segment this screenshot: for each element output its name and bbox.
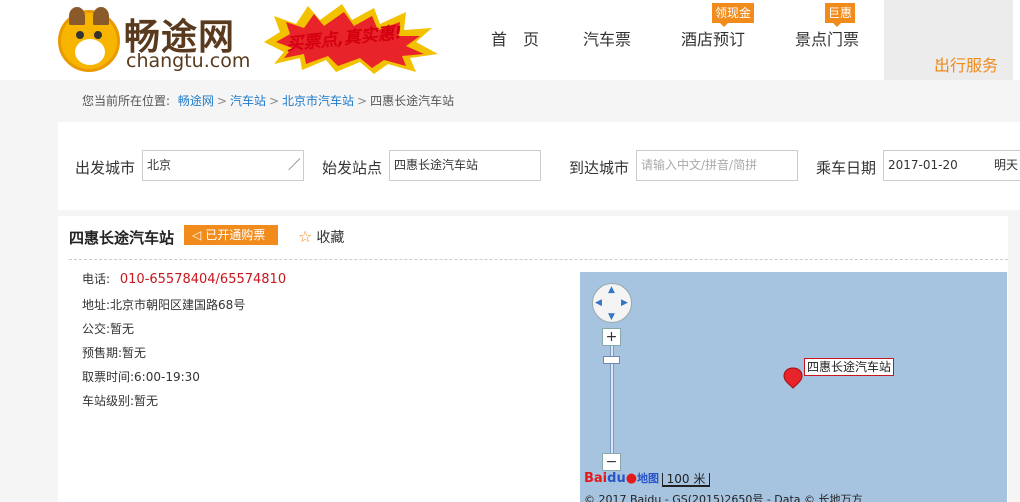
header: 畅途网 changtu.com 买票点,真实惠! 首 页 汽车票 领现金 酒店预… — [0, 0, 1020, 80]
phone-value: 010-65578404/65574810 — [119, 272, 287, 287]
station-map[interactable]: ▲ ▼ ◀ ▶ + − 四惠长途汽车站 Baidu●地图 100 米 © 201… — [580, 272, 1007, 502]
from-city-input[interactable]: 北京 — [142, 150, 304, 181]
date-input[interactable]: 2017-01-20 明天 — [883, 150, 1020, 181]
start-station-label: 始发站点 — [322, 159, 383, 177]
hotel-badge: 领现金 — [712, 3, 755, 27]
from-city-label: 出发城市 — [75, 159, 136, 177]
breadcrumb: 您当前所在位置: 畅途网 > 汽车站 > 北京市汽车站 > 四惠长途汽车站 — [82, 94, 455, 108]
marker-label: 四惠长途汽车站 — [804, 358, 895, 376]
breadcrumb-link[interactable]: 汽车站 — [230, 94, 266, 108]
nav-bus-ticket[interactable]: 汽车票 — [583, 26, 631, 50]
station-panel: 四惠长途汽车站 ◁ 已开通购票 ☆ 收藏 电话: 010-65578404/6557… — [58, 216, 1008, 502]
site-logo[interactable]: 畅途网 changtu.com — [58, 7, 258, 72]
start-station-input[interactable]: 四惠长途汽车站 — [389, 150, 541, 181]
expand-arrow-icon — [287, 159, 299, 171]
level-row: 车站级别:暂无 — [82, 394, 159, 408]
map-marker-icon[interactable] — [783, 367, 803, 389]
to-city-label: 到达城市 — [569, 159, 630, 177]
scenic-badge: 巨惠 — [825, 3, 856, 27]
search-bar: 出发城市 北京 始发站点 四惠长途汽车站 到达城市 请输入中文/拼音/简拼 乘车… — [58, 122, 1020, 210]
baidu-paw-icon: ● — [625, 471, 638, 486]
nav-home[interactable]: 首 页 — [491, 26, 539, 50]
nav-hotel[interactable]: 酒店预订 — [681, 26, 745, 50]
breadcrumb-link[interactable]: 畅途网 — [178, 94, 214, 108]
logo-text-en: changtu.com — [126, 50, 251, 72]
promo-banner[interactable]: 买票点,真实惠! — [256, 2, 442, 74]
divider — [69, 259, 1008, 260]
zoom-in-button[interactable]: + — [602, 328, 621, 346]
zoom-out-button[interactable]: − — [602, 453, 621, 471]
mascot-icon — [58, 7, 120, 72]
map-copyright: © 2017 Baidu - GS(2015)2650号 - Data © 长地… — [584, 493, 863, 502]
breadcrumb-link[interactable]: 北京市汽车站 — [282, 94, 354, 108]
bus-row: 公交:暂无 — [82, 322, 135, 336]
map-scale: 100 米 — [662, 473, 710, 487]
star-icon: ☆ — [298, 227, 313, 246]
speaker-icon: ◁ — [192, 228, 202, 242]
nav-scenic[interactable]: 景点门票 — [795, 26, 859, 50]
zoom-slider-handle[interactable] — [603, 356, 620, 364]
map-pan-control[interactable]: ▲ ▼ ◀ ▶ — [592, 283, 632, 323]
chevron-down-icon: ⌄ — [934, 52, 944, 65]
nav-service[interactable]: 出行服务 ⌄ — [884, 0, 1013, 80]
breadcrumb-current: 四惠长途汽车站 — [370, 94, 455, 108]
station-title: 四惠长途汽车站 — [69, 229, 175, 247]
ticket-time-row: 取票时间:6:00-19:30 — [82, 370, 200, 384]
phone-row: 电话: 010-65578404/65574810 — [82, 272, 287, 287]
date-extra: 明天 — [993, 158, 1018, 172]
buy-open-badge: ◁ 已开通购票 — [184, 225, 278, 245]
to-city-input[interactable]: 请输入中文/拼音/简拼 — [636, 150, 798, 181]
favorite-button[interactable]: ☆ 收藏 — [298, 227, 344, 247]
date-label: 乘车日期 — [816, 159, 877, 177]
baidu-map-logo: Baidu●地图 — [584, 471, 660, 486]
presale-row: 预售期:暂无 — [82, 346, 147, 360]
address-row: 地址:北京市朝阳区建国路68号 — [82, 298, 246, 312]
